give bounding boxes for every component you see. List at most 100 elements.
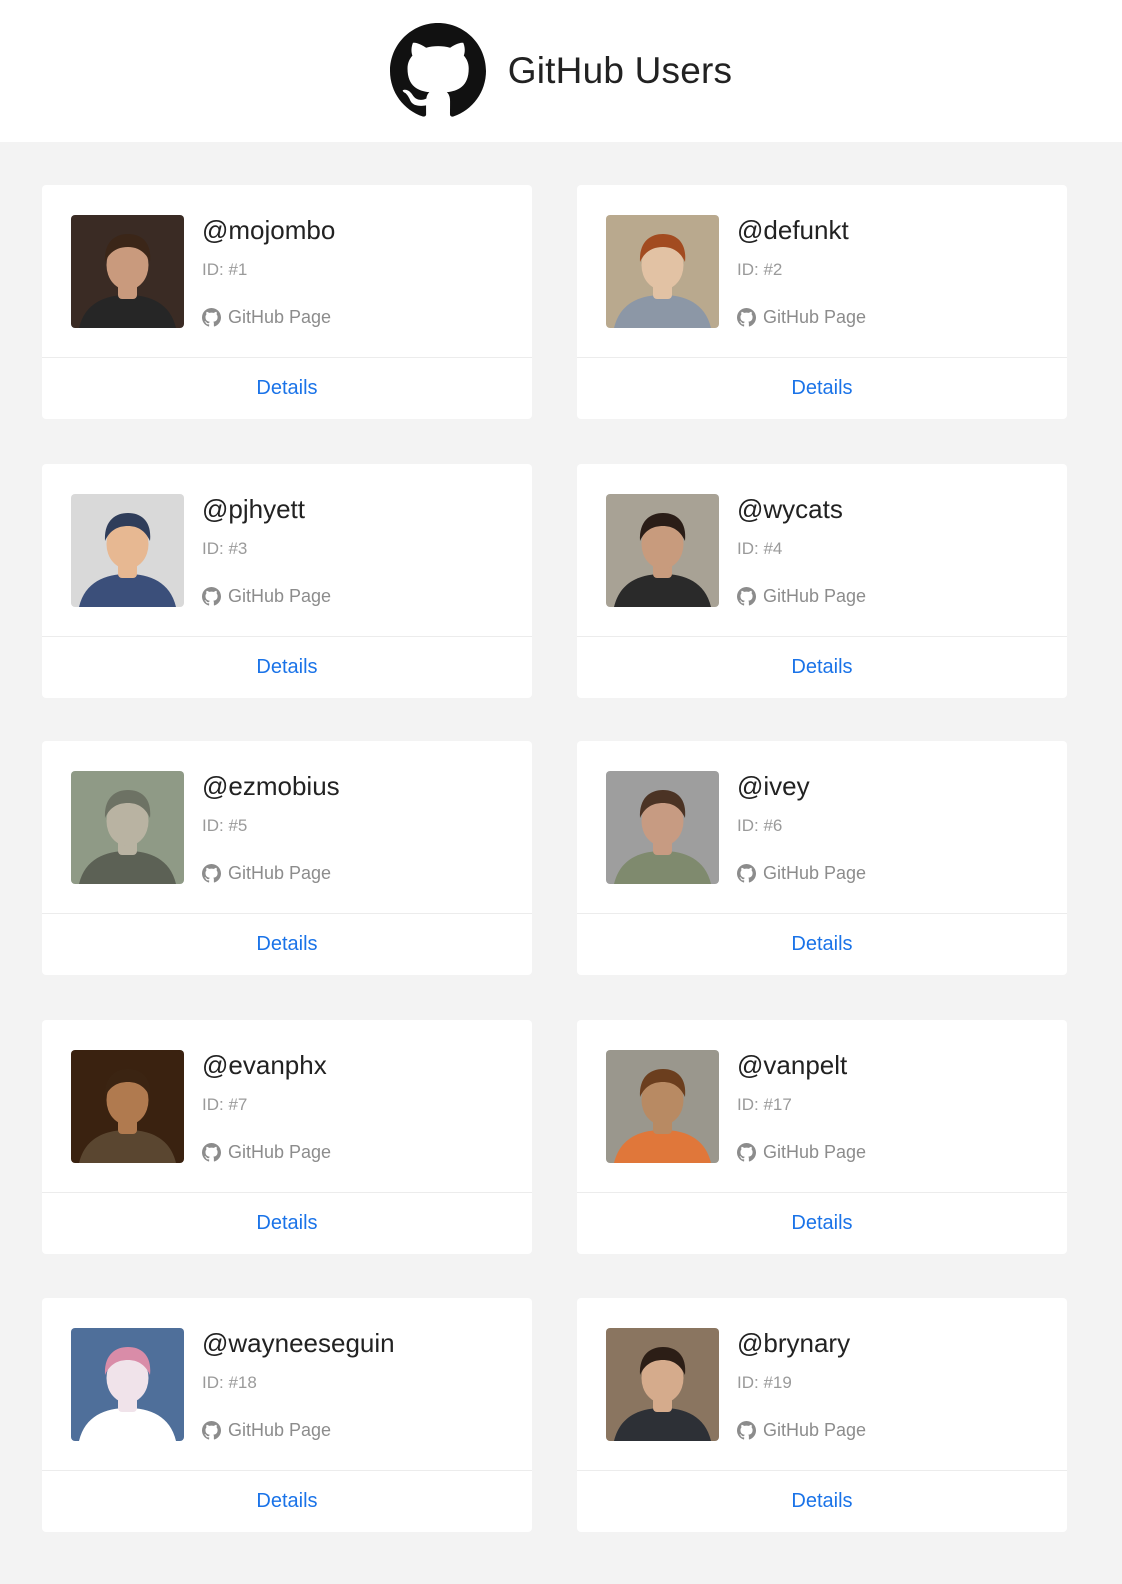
github-page-link[interactable]: GitHub Page [737,307,866,328]
github-page-link[interactable]: GitHub Page [202,1142,331,1163]
github-page-label: GitHub Page [763,1142,867,1162]
avatar-image [71,494,184,607]
details-button[interactable]: Details [577,1193,1067,1253]
user-id: ID: #4 [737,539,783,558]
github-icon [737,1421,756,1440]
user-card: @wycats ID: #4 GitHub Page Details [577,464,1067,698]
github-icon [202,1421,221,1440]
github-icon [202,864,221,883]
avatar-image [606,215,719,328]
user-id: ID: #18 [202,1373,257,1392]
github-page-label: GitHub Page [763,1420,867,1440]
github-page-link[interactable]: GitHub Page [737,1420,866,1441]
user-card-body: @wayneeseguin ID: #18 GitHub Page [42,1298,532,1471]
user-handle: @evanphx [202,1050,327,1080]
user-card-body: @ivey ID: #6 GitHub Page [577,741,1067,914]
user-handle: @mojombo [202,215,336,245]
user-card: @pjhyett ID: #3 GitHub Page Details [42,464,532,698]
user-avatar[interactable] [71,1050,184,1163]
details-button[interactable]: Details [42,1471,532,1531]
details-button[interactable]: Details [577,358,1067,418]
github-page-label: GitHub Page [763,307,867,327]
page-title: GitHub Users [507,50,733,91]
user-card: @ivey ID: #6 GitHub Page Details [577,741,1067,975]
user-avatar[interactable] [71,771,184,884]
user-id: ID: #6 [737,816,783,835]
github-page-label: GitHub Page [763,586,867,606]
github-page-label: GitHub Page [228,863,332,883]
user-card: @evanphx ID: #7 GitHub Page Details [42,1020,532,1254]
avatar-image [606,494,719,607]
avatar-image [606,771,719,884]
user-avatar[interactable] [606,494,719,607]
details-button[interactable]: Details [577,914,1067,974]
github-page-link[interactable]: GitHub Page [737,863,866,884]
user-id: ID: #2 [737,260,783,279]
user-id: ID: #1 [202,260,248,279]
user-avatar[interactable] [606,771,719,884]
avatar-image [606,1328,719,1441]
github-page-link[interactable]: GitHub Page [202,586,331,607]
user-card: @wayneeseguin ID: #18 GitHub Page Detail… [42,1298,532,1532]
app-header: GitHub Users [0,0,1122,142]
user-id: ID: #19 [737,1373,792,1392]
user-handle: @pjhyett [202,494,305,524]
user-id: ID: #5 [202,816,248,835]
github-icon [202,1143,221,1162]
details-button[interactable]: Details [42,1193,532,1253]
user-handle: @ivey [737,771,810,801]
github-page-link[interactable]: GitHub Page [737,1142,866,1163]
avatar-image [71,1328,184,1441]
github-octocat-icon [389,23,486,117]
user-handle: @vanpelt [737,1050,848,1080]
github-icon [737,864,756,883]
avatar-image [71,215,184,328]
user-avatar[interactable] [606,1050,719,1163]
user-avatar[interactable] [71,215,184,328]
user-card: @brynary ID: #19 GitHub Page Details [577,1298,1067,1532]
user-handle: @brynary [737,1328,851,1358]
details-button[interactable]: Details [577,1471,1067,1531]
user-grid: @mojombo ID: #1 GitHub Page Details @def… [0,142,1122,1584]
github-icon [202,308,221,327]
github-page-label: GitHub Page [228,1420,332,1440]
details-button[interactable]: Details [577,637,1067,697]
details-button[interactable]: Details [42,358,532,418]
user-card-body: @vanpelt ID: #17 GitHub Page [577,1020,1067,1193]
github-page-link[interactable]: GitHub Page [202,863,331,884]
github-page-link[interactable]: GitHub Page [202,1420,331,1441]
details-button[interactable]: Details [42,637,532,697]
details-button[interactable]: Details [42,914,532,974]
user-handle: @defunkt [737,215,849,245]
user-card: @defunkt ID: #2 GitHub Page Details [577,185,1067,419]
user-id: ID: #17 [737,1095,792,1114]
github-icon [737,1143,756,1162]
user-card-body: @brynary ID: #19 GitHub Page [577,1298,1067,1471]
user-handle: @wayneeseguin [202,1328,395,1358]
user-card-body: @wycats ID: #4 GitHub Page [577,464,1067,637]
user-handle: @wycats [737,494,843,524]
github-icon [737,587,756,606]
user-card-body: @mojombo ID: #1 GitHub Page [42,185,532,358]
github-page-link[interactable]: GitHub Page [202,307,331,328]
user-handle: @ezmobius [202,771,340,801]
github-page-label: GitHub Page [763,863,867,883]
header-brand: GitHub Users [389,23,733,119]
user-card-body: @pjhyett ID: #3 GitHub Page [42,464,532,637]
user-id: ID: #7 [202,1095,248,1114]
avatar-image [71,771,184,884]
user-card: @mojombo ID: #1 GitHub Page Details [42,185,532,419]
github-page-link[interactable]: GitHub Page [737,586,866,607]
user-avatar[interactable] [606,1328,719,1441]
user-avatar[interactable] [71,494,184,607]
user-card-body: @ezmobius ID: #5 GitHub Page [42,741,532,914]
github-page-label: GitHub Page [228,1142,332,1162]
user-avatar[interactable] [606,215,719,328]
github-page-label: GitHub Page [228,307,332,327]
github-page-label: GitHub Page [228,586,332,606]
user-card-body: @defunkt ID: #2 GitHub Page [577,185,1067,358]
avatar-image [606,1050,719,1163]
user-card-body: @evanphx ID: #7 GitHub Page [42,1020,532,1193]
user-avatar[interactable] [71,1328,184,1441]
github-icon [737,308,756,327]
